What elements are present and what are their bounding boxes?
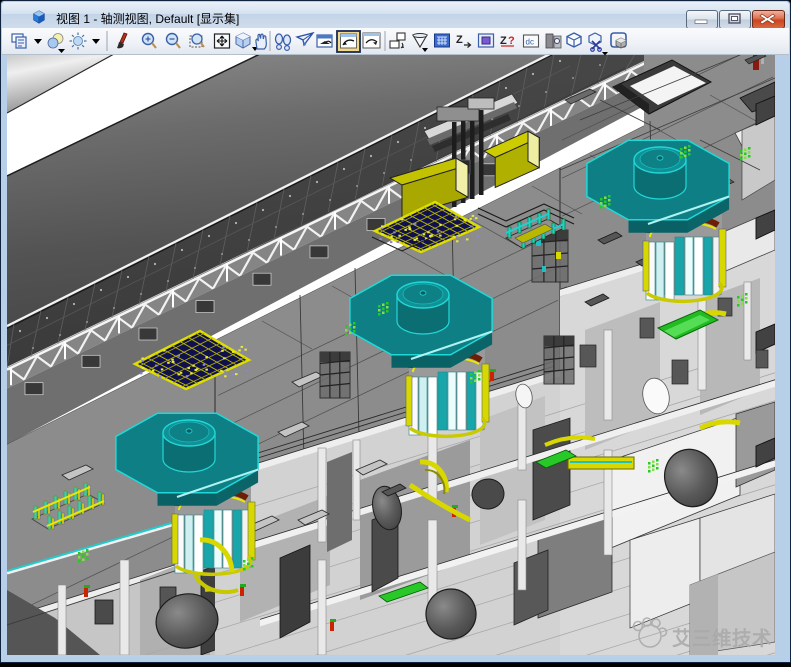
svg-text:艾三维技术: 艾三维技术: [672, 627, 772, 650]
svg-text:Z: Z: [456, 34, 463, 46]
svg-text:Z: Z: [500, 35, 507, 47]
svg-text:dc: dc: [526, 38, 534, 47]
svg-text:?: ?: [508, 35, 515, 47]
